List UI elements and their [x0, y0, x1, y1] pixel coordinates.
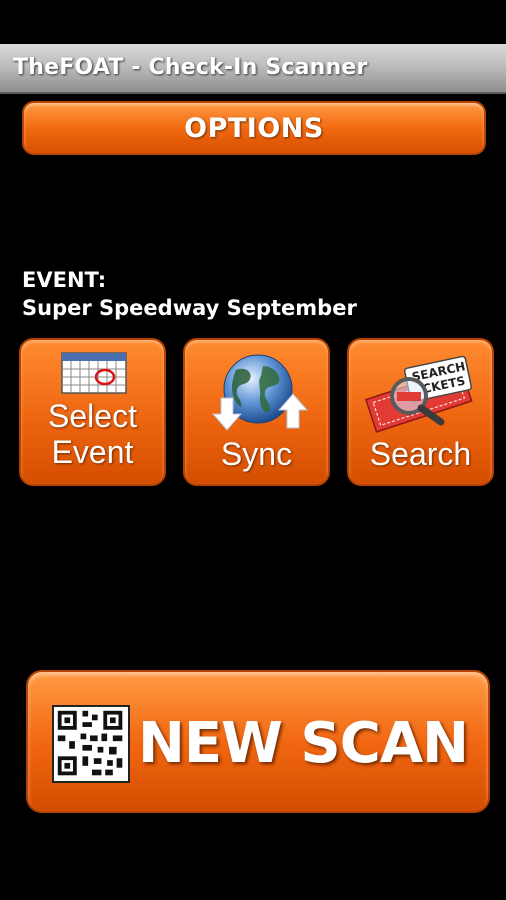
- app-title: TheFOAT - Check-In Scanner: [13, 55, 368, 80]
- globe-sync-icon: [211, 354, 309, 431]
- select-event-label-line2: Event: [51, 434, 134, 470]
- search-tickets-icon: SEARCH CKETS: [365, 355, 473, 433]
- options-button[interactable]: OPTIONS: [22, 101, 486, 155]
- new-scan-button[interactable]: NEW SCAN: [26, 670, 490, 813]
- calendar-icon: [61, 352, 127, 394]
- qr-code-icon: [52, 705, 130, 783]
- search-label: Search: [369, 436, 472, 472]
- select-event-label: Select Event: [21, 398, 164, 470]
- title-bar: TheFOAT - Check-In Scanner: [0, 44, 506, 94]
- event-heading: EVENT:: [22, 268, 107, 292]
- new-scan-label: NEW SCAN: [138, 711, 469, 776]
- sync-label: Sync: [220, 436, 293, 472]
- app-screen: TheFOAT - Check-In Scanner OPTIONS EVENT…: [0, 0, 506, 900]
- search-button[interactable]: SEARCH CKETS Search: [347, 338, 494, 486]
- select-event-button[interactable]: Select Event: [19, 338, 166, 486]
- select-event-label-line1: Select: [48, 398, 137, 434]
- event-name: Super Speedway September: [22, 296, 357, 320]
- options-label: OPTIONS: [184, 112, 324, 144]
- sync-button[interactable]: Sync: [183, 338, 330, 486]
